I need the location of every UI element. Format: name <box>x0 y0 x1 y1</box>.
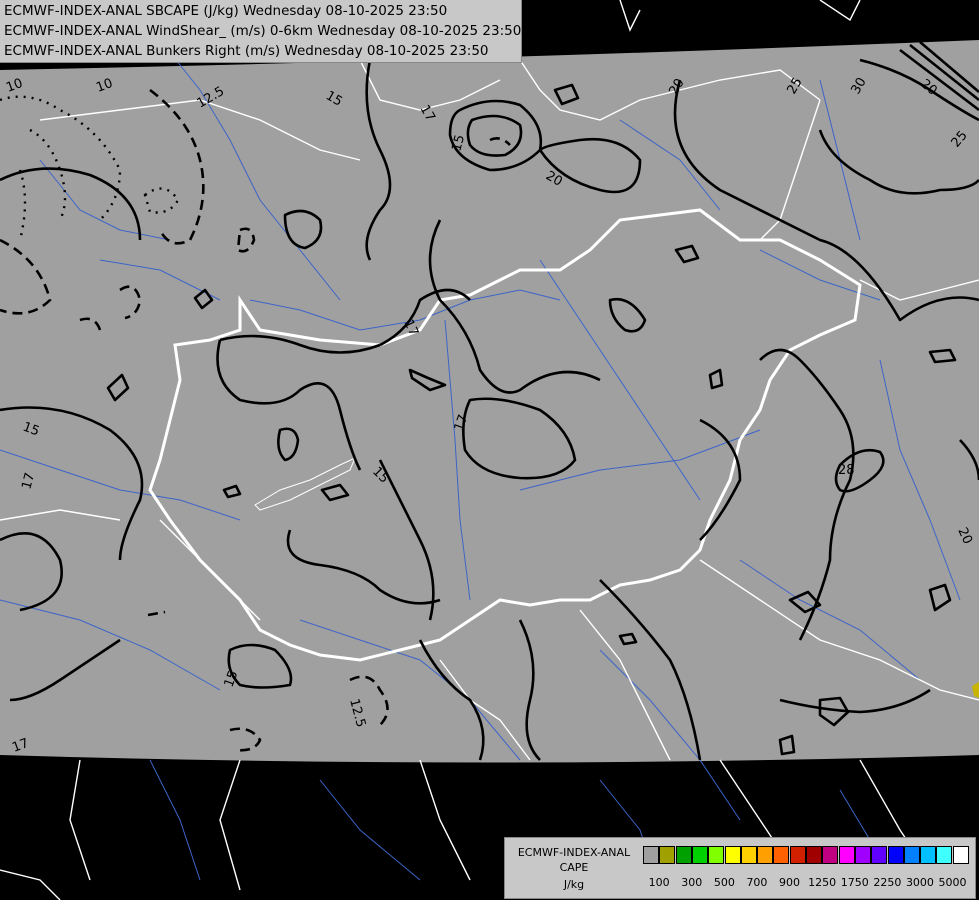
legend-tick-label: 3000 <box>905 876 934 889</box>
legend-swatch <box>773 846 790 864</box>
legend-swatch <box>643 846 659 864</box>
legend-title-model: ECMWF-INDEX-ANAL <box>517 846 631 859</box>
legend-tick-label: 900 <box>779 876 801 889</box>
title-panel: ECMWF-INDEX-ANAL SBCAPE (J/kg) Wednesday… <box>0 0 522 63</box>
legend-swatch <box>822 846 839 864</box>
legend-swatch <box>740 846 757 864</box>
legend-tick-label: 5000 <box>938 876 967 889</box>
contour-label: 28 <box>838 463 855 478</box>
cape-legend: ECMWF-INDEX-ANAL CAPE J/kg 100 300 500 700 9… <box>504 837 976 899</box>
legend-swatch <box>806 846 822 864</box>
legend-tick-label: 1750 <box>840 876 869 889</box>
legend-swatch <box>708 846 725 864</box>
title-line-bunkers: ECMWF-INDEX-ANAL Bunkers Right (m/s) Wed… <box>4 43 489 59</box>
legend-swatch <box>789 846 806 864</box>
legend-tick-label: 700 <box>746 876 768 889</box>
legend-swatch <box>757 846 774 864</box>
legend-swatch <box>920 846 937 864</box>
legend-swatch <box>724 846 741 864</box>
legend-swatch <box>675 846 692 864</box>
legend-tick-label: 300 <box>681 876 703 889</box>
legend-title-unit: J/kg <box>563 878 585 891</box>
legend-swatch <box>952 846 969 864</box>
legend-swatch <box>936 846 953 864</box>
data-domain <box>0 40 979 763</box>
legend-tick-label: 1250 <box>808 876 837 889</box>
legend-swatch <box>659 846 676 864</box>
legend-tick-label: 500 <box>713 876 735 889</box>
legend-tick-label: 100 <box>648 876 670 889</box>
legend-swatch <box>871 846 888 864</box>
title-line-windshear: ECMWF-INDEX-ANAL WindShear_ (m/s) 0-6km … <box>4 23 522 39</box>
map-canvas[interactable]: 10 10 12.5 15 17 15 20 20 25 30 20 25 17… <box>0 0 979 900</box>
legend-swatch <box>887 846 904 864</box>
legend-swatch <box>691 846 708 864</box>
legend-swatch <box>854 846 871 864</box>
legend-swatch <box>838 846 855 864</box>
legend-title-variable: CAPE <box>559 861 589 874</box>
legend-swatch <box>903 846 920 864</box>
legend-tick-label: 2250 <box>873 876 902 889</box>
title-line-sbcape: ECMWF-INDEX-ANAL SBCAPE (J/kg) Wednesday… <box>4 3 448 19</box>
